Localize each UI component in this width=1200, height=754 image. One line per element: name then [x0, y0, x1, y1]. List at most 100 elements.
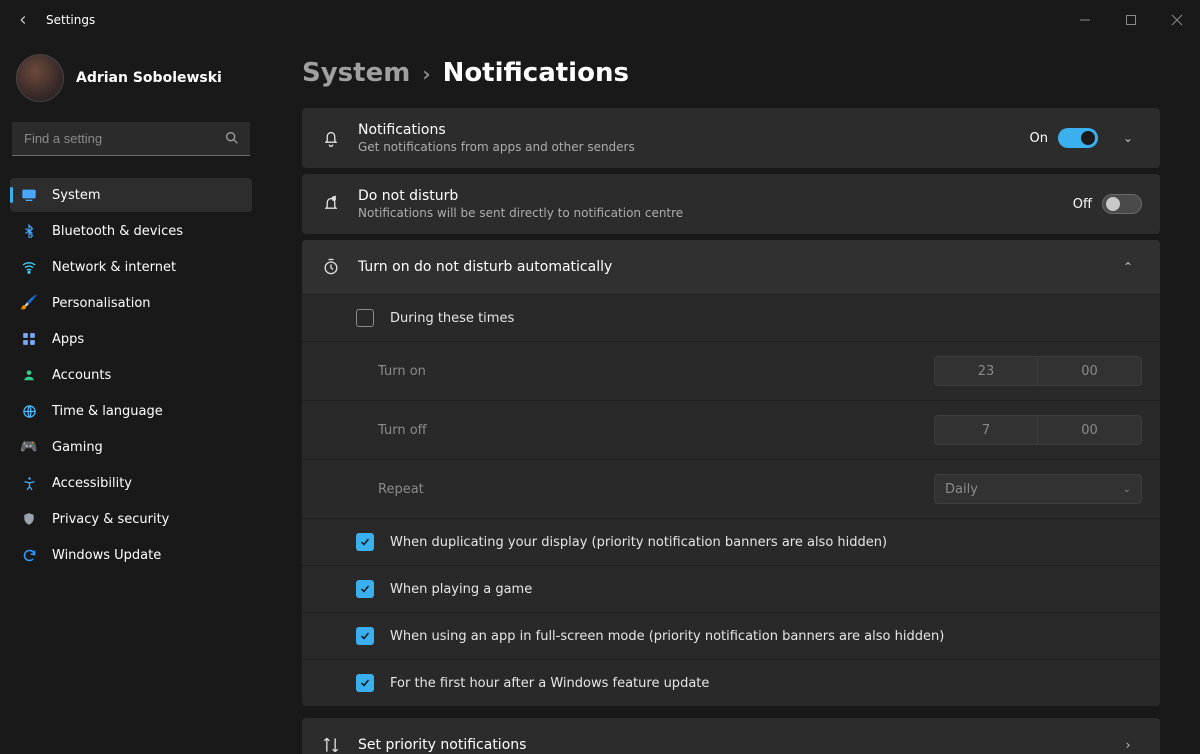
- search-input[interactable]: [12, 122, 250, 156]
- nav-privacy[interactable]: Privacy & security: [10, 502, 252, 536]
- dnd-card[interactable]: z Do not disturb Notifications will be s…: [302, 174, 1160, 234]
- main-content: System › Notifications Notifications Get…: [262, 40, 1200, 754]
- dnd-icon: z: [320, 193, 342, 215]
- nav-update[interactable]: Windows Update: [10, 538, 252, 572]
- row-label: Repeat: [378, 482, 918, 497]
- opt-duplicating[interactable]: When duplicating your display (priority …: [302, 518, 1160, 565]
- opt-game[interactable]: When playing a game: [302, 565, 1160, 612]
- opt-during-times[interactable]: During these times: [302, 294, 1160, 341]
- chevron-right-icon: ›: [1114, 738, 1142, 752]
- auto-dnd-card: Turn on do not disturb automatically ⌃ D…: [302, 240, 1160, 706]
- search-box[interactable]: [12, 122, 250, 156]
- nav-personalisation[interactable]: 🖌️ Personalisation: [10, 286, 252, 320]
- nav-label: Apps: [52, 332, 84, 347]
- back-button[interactable]: [14, 11, 32, 29]
- nav-system[interactable]: System: [10, 178, 252, 212]
- nav-label: Accounts: [52, 368, 111, 383]
- nav: System Bluetooth & devices Network & int…: [10, 178, 252, 572]
- page-title: Notifications: [443, 58, 629, 88]
- wifi-icon: [20, 258, 38, 276]
- person-icon: [20, 366, 38, 384]
- paint-icon: 🖌️: [20, 294, 38, 312]
- opt-fullscreen[interactable]: When using an app in full-screen mode (p…: [302, 612, 1160, 659]
- nav-network[interactable]: Network & internet: [10, 250, 252, 284]
- search-icon: [224, 130, 240, 150]
- nav-label: System: [52, 188, 100, 203]
- option-label: When playing a game: [390, 582, 532, 597]
- row-title: Notifications: [358, 122, 1014, 138]
- nav-apps[interactable]: Apps: [10, 322, 252, 356]
- breadcrumb: System › Notifications: [302, 40, 1160, 108]
- dnd-toggle[interactable]: [1102, 194, 1142, 214]
- turn-off-row: Turn off 7 00: [302, 400, 1160, 459]
- chevron-down-icon: ⌄: [1123, 484, 1131, 495]
- row-title: Set priority notifications: [358, 737, 1098, 753]
- minimize-button[interactable]: [1062, 0, 1108, 40]
- display-icon: [20, 186, 38, 204]
- repeat-select[interactable]: Daily ⌄: [934, 474, 1142, 504]
- chevron-down-icon[interactable]: ⌄: [1114, 131, 1142, 145]
- app-title: Settings: [46, 13, 95, 27]
- globe-icon: [20, 402, 38, 420]
- titlebar: Settings: [0, 0, 1200, 40]
- avatar: [16, 54, 64, 102]
- checkbox-during-times[interactable]: [356, 309, 374, 327]
- chevron-up-icon[interactable]: ⌃: [1114, 260, 1142, 274]
- nav-label: Time & language: [52, 404, 163, 419]
- nav-accessibility[interactable]: Accessibility: [10, 466, 252, 500]
- svg-text:z: z: [333, 196, 336, 202]
- notifications-toggle[interactable]: [1058, 128, 1098, 148]
- option-label: For the first hour after a Windows featu…: [390, 676, 709, 691]
- repeat-row: Repeat Daily ⌄: [302, 459, 1160, 518]
- nav-label: Windows Update: [52, 548, 161, 563]
- turn-on-hour[interactable]: 23: [934, 356, 1038, 386]
- nav-label: Personalisation: [52, 296, 151, 311]
- nav-label: Network & internet: [52, 260, 176, 275]
- row-title: Do not disturb: [358, 188, 1057, 204]
- repeat-value: Daily: [945, 482, 978, 497]
- nav-gaming[interactable]: 🎮 Gaming: [10, 430, 252, 464]
- clock-icon: [320, 256, 342, 278]
- nav-bluetooth[interactable]: Bluetooth & devices: [10, 214, 252, 248]
- turn-off-minute[interactable]: 00: [1038, 415, 1142, 445]
- accessibility-icon: [20, 474, 38, 492]
- notifications-card[interactable]: Notifications Get notifications from app…: [302, 108, 1160, 168]
- row-desc: Notifications will be sent directly to n…: [358, 206, 1057, 220]
- checkbox-duplicating[interactable]: [356, 533, 374, 551]
- update-icon: [20, 546, 38, 564]
- priority-card[interactable]: Set priority notifications ›: [302, 718, 1160, 754]
- sidebar: Adrian Sobolewski System Bluetooth & dev…: [0, 40, 262, 754]
- bell-icon: [320, 127, 342, 149]
- nav-label: Accessibility: [52, 476, 132, 491]
- row-label: Turn off: [378, 423, 918, 438]
- turn-on-minute[interactable]: 00: [1038, 356, 1142, 386]
- checkbox-update[interactable]: [356, 674, 374, 692]
- profile[interactable]: Adrian Sobolewski: [10, 40, 252, 122]
- checkbox-game[interactable]: [356, 580, 374, 598]
- shield-icon: [20, 510, 38, 528]
- breadcrumb-parent[interactable]: System: [302, 58, 410, 88]
- checkbox-fullscreen[interactable]: [356, 627, 374, 645]
- nav-accounts[interactable]: Accounts: [10, 358, 252, 392]
- option-label: During these times: [390, 311, 514, 326]
- nav-time[interactable]: Time & language: [10, 394, 252, 428]
- opt-update[interactable]: For the first hour after a Windows featu…: [302, 659, 1160, 706]
- option-label: When duplicating your display (priority …: [390, 535, 887, 550]
- turn-off-hour[interactable]: 7: [934, 415, 1038, 445]
- nav-label: Gaming: [52, 440, 103, 455]
- row-label: Turn on: [378, 364, 918, 379]
- row-desc: Get notifications from apps and other se…: [358, 140, 1014, 154]
- toggle-label: On: [1030, 131, 1048, 146]
- turn-on-row: Turn on 23 00: [302, 341, 1160, 400]
- row-title: Turn on do not disturb automatically: [358, 259, 1098, 275]
- option-label: When using an app in full-screen mode (p…: [390, 629, 944, 644]
- profile-name: Adrian Sobolewski: [76, 70, 222, 86]
- window-controls: [1062, 0, 1200, 40]
- gaming-icon: 🎮: [20, 438, 38, 456]
- maximize-button[interactable]: [1108, 0, 1154, 40]
- nav-label: Privacy & security: [52, 512, 169, 527]
- close-button[interactable]: [1154, 0, 1200, 40]
- chevron-right-icon: ›: [422, 62, 430, 86]
- apps-icon: [20, 330, 38, 348]
- auto-dnd-header[interactable]: Turn on do not disturb automatically ⌃: [302, 240, 1160, 294]
